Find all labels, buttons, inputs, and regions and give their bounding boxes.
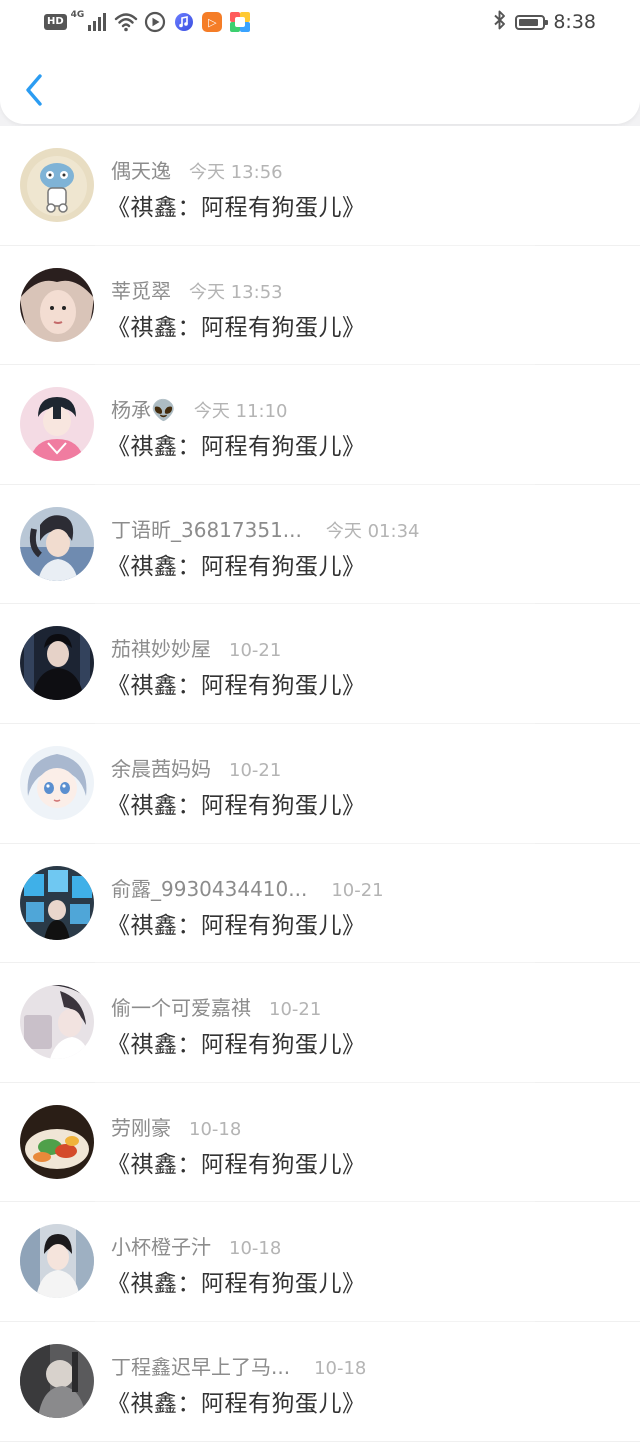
message-title[interactable]: 《祺鑫：阿程有狗蛋儿》	[107, 1145, 366, 1179]
avatar[interactable]	[20, 745, 94, 820]
timestamp: 10-21	[269, 999, 322, 1021]
timestamp: 10-18	[229, 1238, 282, 1260]
bluetooth-icon	[493, 10, 507, 34]
message-meta: 小杯橙子汁 10-18	[111, 1231, 281, 1260]
avatar[interactable]	[20, 267, 94, 342]
message-meta: 莘觅翠 今天 13:53	[111, 275, 283, 304]
avatar[interactable]	[20, 985, 94, 1060]
timestamp: 10-18	[189, 1118, 242, 1140]
username[interactable]: 丁程鑫迟早上了马...	[111, 1351, 290, 1380]
timestamp: 10-21	[331, 879, 384, 901]
list-item[interactable]: 余晨茜妈妈 10-21 《祺鑫：阿程有狗蛋儿》	[0, 724, 640, 844]
message-title[interactable]: 《祺鑫：阿程有狗蛋儿》	[107, 786, 366, 820]
chevron-left-icon	[26, 74, 42, 106]
status-time: 8:38	[553, 11, 596, 33]
timestamp: 10-21	[229, 640, 282, 662]
timestamp: 今天 11:10	[193, 401, 288, 423]
timestamp: 10-21	[229, 759, 282, 781]
message-title[interactable]: 《祺鑫：阿程有狗蛋儿》	[107, 666, 366, 700]
list-item[interactable]: 丁程鑫迟早上了马... 10-18 《祺鑫：阿程有狗蛋儿》	[0, 1322, 640, 1442]
timestamp: 今天 13:53	[189, 281, 283, 303]
avatar[interactable]	[20, 1343, 94, 1418]
message-title[interactable]: 《祺鑫：阿程有狗蛋儿》	[107, 188, 366, 222]
chat-app-icon	[230, 12, 251, 32]
battery-icon	[515, 14, 549, 30]
message-meta: 偶天逸 今天 13:56	[111, 155, 283, 184]
timestamp: 10-18	[314, 1357, 367, 1379]
message-title[interactable]: 《祺鑫：阿程有狗蛋儿》	[107, 1384, 366, 1418]
status-bar: HD 4G ▷ 8:38	[0, 0, 640, 44]
message-meta: 丁程鑫迟早上了马... 10-18	[111, 1351, 366, 1380]
message-meta: 茄祺妙妙屋 10-21	[111, 633, 281, 662]
message-title[interactable]: 《祺鑫：阿程有狗蛋儿》	[107, 308, 366, 342]
back-button[interactable]	[22, 72, 50, 108]
username[interactable]: 余晨茜妈妈	[111, 753, 211, 782]
avatar[interactable]	[20, 626, 94, 701]
music-app-icon	[175, 13, 194, 31]
avatar[interactable]	[20, 1104, 94, 1179]
username[interactable]: 偷一个可爱嘉祺	[111, 992, 251, 1021]
list-item[interactable]: 偶天逸 今天 13:56 《祺鑫：阿程有狗蛋儿》	[0, 126, 640, 246]
username[interactable]: 丁语昕_36817351...	[111, 514, 302, 543]
list-item[interactable]: 俞露_9930434410... 10-21 《祺鑫：阿程有狗蛋儿》	[0, 844, 640, 964]
message-meta: 劳刚豪 10-18	[111, 1112, 241, 1141]
status-bar-right: 8:38	[493, 10, 596, 34]
message-meta: 杨承👽 今天 11:10	[111, 394, 288, 423]
wifi-icon	[115, 13, 138, 32]
list-item[interactable]: 丁语昕_36817351... 今天 01:34 《祺鑫：阿程有狗蛋儿》	[0, 485, 640, 605]
network-type-label: 4G	[70, 10, 85, 20]
timestamp: 今天 13:56	[189, 162, 283, 183]
message-meta: 俞露_9930434410... 10-21	[111, 873, 384, 902]
username[interactable]: 杨承👽	[111, 394, 176, 423]
avatar[interactable]	[20, 1224, 94, 1299]
status-bar-left: HD 4G ▷	[44, 10, 251, 33]
list-item[interactable]: 小杯橙子汁 10-18 《祺鑫：阿程有狗蛋儿》	[0, 1202, 640, 1322]
avatar[interactable]	[20, 148, 94, 222]
username[interactable]: 偶天逸	[111, 155, 171, 184]
top-bar: HD 4G ▷ 8:38	[0, 0, 640, 124]
video-app-icon	[145, 11, 166, 33]
message-meta: 丁语昕_36817351... 今天 01:34	[111, 514, 419, 543]
message-meta: 余晨茜妈妈 10-21	[111, 753, 281, 782]
avatar[interactable]	[20, 865, 94, 940]
message-title[interactable]: 《祺鑫：阿程有狗蛋儿》	[107, 1025, 366, 1059]
message-title[interactable]: 《祺鑫：阿程有狗蛋儿》	[107, 1264, 366, 1298]
username[interactable]: 莘觅翠	[111, 275, 171, 304]
message-title[interactable]: 《祺鑫：阿程有狗蛋儿》	[107, 547, 366, 581]
message-title[interactable]: 《祺鑫：阿程有狗蛋儿》	[107, 427, 366, 461]
list-item[interactable]: 偷一个可爱嘉祺 10-21 《祺鑫：阿程有狗蛋儿》	[0, 963, 640, 1083]
message-list: 偶天逸 今天 13:56 《祺鑫：阿程有狗蛋儿》 莘觅翠 今天 13:53 《祺…	[0, 126, 640, 1442]
username[interactable]: 茄祺妙妙屋	[111, 633, 211, 662]
list-item[interactable]: 杨承👽 今天 11:10 《祺鑫：阿程有狗蛋儿》	[0, 365, 640, 485]
avatar[interactable]	[20, 387, 94, 462]
list-item[interactable]: 茄祺妙妙屋 10-21 《祺鑫：阿程有狗蛋儿》	[0, 604, 640, 724]
username[interactable]: 劳刚豪	[111, 1112, 171, 1141]
signal-icon	[88, 13, 107, 31]
username[interactable]: 俞露_9930434410...	[111, 873, 307, 902]
avatar[interactable]	[20, 506, 94, 581]
list-item[interactable]: 劳刚豪 10-18 《祺鑫：阿程有狗蛋儿》	[0, 1083, 640, 1203]
list-item[interactable]: 莘觅翠 今天 13:53 《祺鑫：阿程有狗蛋儿》	[0, 246, 640, 366]
media-app-icon: ▷	[202, 12, 223, 32]
hd-badge: HD	[44, 14, 67, 30]
username[interactable]: 小杯橙子汁	[111, 1231, 211, 1260]
message-title[interactable]: 《祺鑫：阿程有狗蛋儿》	[107, 906, 366, 940]
timestamp: 今天 01:34	[325, 520, 420, 542]
message-meta: 偷一个可爱嘉祺 10-21	[111, 992, 321, 1021]
